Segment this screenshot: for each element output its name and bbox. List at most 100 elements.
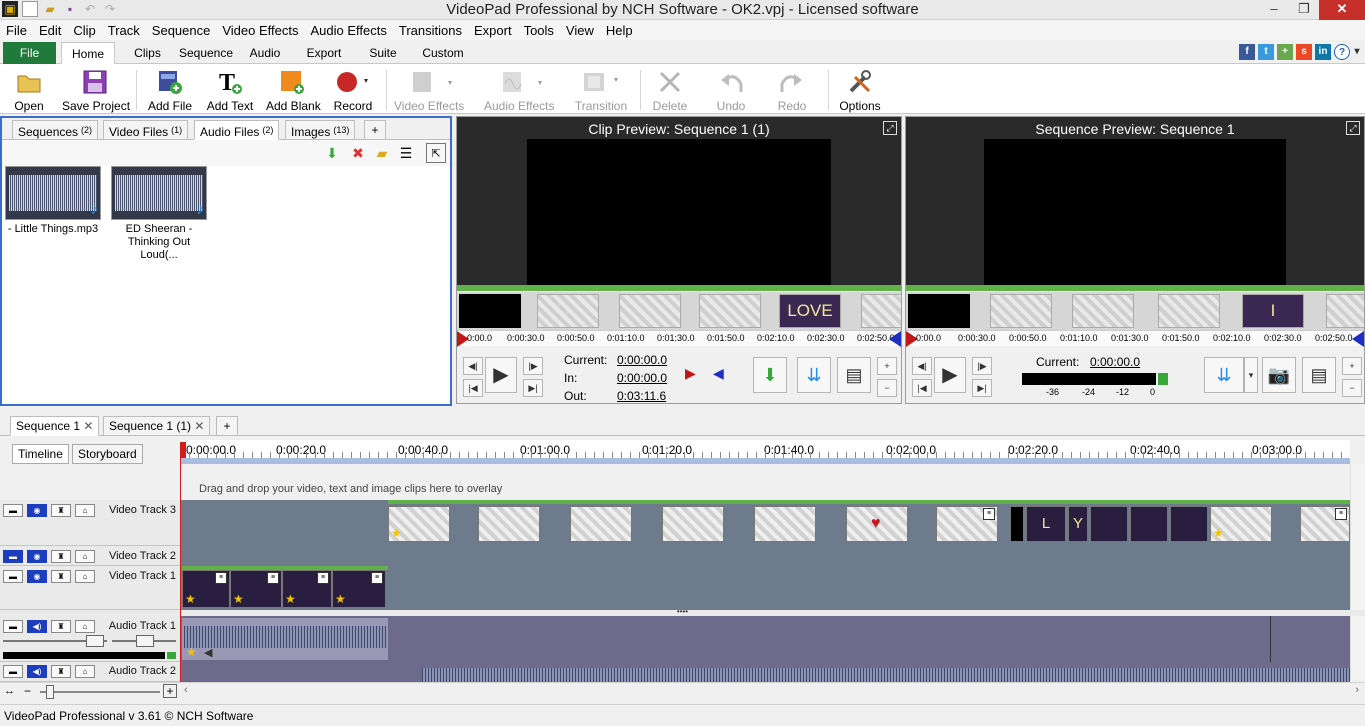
sequence-preview-screen[interactable]: Sequence Preview: Sequence 1 ⤢ (906, 117, 1364, 285)
clip-ruler[interactable]: 0:00.0 0:00:30.0 0:00:50.0 0:01:10.0 0:0… (457, 330, 901, 347)
close-tab-icon[interactable]: ✕ (194, 419, 204, 433)
go-start-icon[interactable]: |◀ (912, 379, 932, 397)
visibility-eye-icon[interactable]: ◉ (27, 570, 47, 583)
zoom-in-icon[interactable]: + (1342, 357, 1362, 375)
undock-icon[interactable]: ⇱ (426, 143, 446, 163)
sequence-current-time[interactable]: 0:00:00.0 (1090, 355, 1140, 369)
video-track-1-area[interactable]: ≡ ★ ≡ ★ ≡ ★ ≡ ★ (180, 566, 1350, 610)
menu-track[interactable]: Track (102, 23, 146, 38)
clip-menu-icon[interactable]: ≡ (267, 572, 279, 584)
go-end-icon[interactable]: ▶| (523, 379, 543, 397)
overlay-drop-zone[interactable]: Drag and drop your video, text and image… (180, 470, 1350, 500)
lock-icon[interactable]: ♜ (51, 665, 71, 678)
save-project-button[interactable]: Save Project (62, 68, 130, 113)
google-plus-icon[interactable]: + (1277, 44, 1293, 60)
video-clip[interactable] (478, 506, 540, 542)
clip-menu-icon[interactable]: ≡ (317, 572, 329, 584)
scroll-right-icon[interactable]: › (1355, 684, 1359, 696)
clip-menu-icon[interactable]: ≡ (1335, 508, 1347, 520)
audio-track-2-area[interactable] (180, 662, 1350, 682)
title-clip[interactable]: ≡ ★ (332, 570, 386, 608)
video-track-3-area[interactable]: ★ ♥ ≡ L Y ★ ≡ (180, 500, 1350, 546)
video-clip[interactable]: ★ (1210, 506, 1272, 542)
list-view-icon[interactable]: ☰ (396, 143, 416, 163)
menu-clip[interactable]: Clip (67, 23, 101, 38)
set-in-point-icon[interactable]: ▶ (685, 365, 696, 382)
menu-view[interactable]: View (560, 23, 600, 38)
bin-tab-sequences[interactable]: Sequences (2) (12, 120, 99, 140)
ribbon-tab-custom[interactable]: Custom (416, 42, 470, 64)
audio-effects-button[interactable]: Audio Effects (484, 68, 555, 113)
move-down-icon[interactable]: ⬇ (322, 143, 342, 163)
lock-icon[interactable]: ♜ (51, 550, 71, 563)
place-on-sequence-icon[interactable]: ⬇ (753, 357, 787, 393)
menu-transitions[interactable]: Transitions (393, 23, 468, 38)
video-tracks-scrollbar[interactable] (1350, 464, 1365, 610)
menu-tools[interactable]: Tools (518, 23, 560, 38)
volume-slider-thumb[interactable] (86, 635, 104, 647)
ribbon-tab-clips[interactable]: Clips (125, 42, 170, 64)
collapse-track-icon[interactable]: ▬ (3, 665, 23, 678)
menu-audio-effects[interactable]: Audio Effects (305, 23, 393, 38)
lock-icon[interactable]: ♜ (51, 504, 71, 517)
ribbon-tab-export[interactable]: Export (298, 42, 350, 64)
menu-edit[interactable]: Edit (33, 23, 67, 38)
clip-play-button[interactable]: ▶ (485, 357, 517, 393)
clip-menu-icon[interactable]: ≡ (371, 572, 383, 584)
stumbleupon-icon[interactable]: s (1296, 44, 1312, 60)
audio-clip[interactable] (422, 668, 1350, 682)
go-start-icon[interactable]: |◀ (463, 379, 483, 397)
bin-item-audio[interactable]: ♪ ED Sheeran - Thinking Out Loud(... (110, 166, 208, 262)
lock-icon[interactable]: ♜ (51, 620, 71, 633)
ribbon-tab-suite[interactable]: Suite (362, 42, 404, 64)
delete-button[interactable]: Delete (650, 68, 690, 113)
mute-speaker-icon[interactable]: ◀ (204, 646, 212, 659)
maximize-button[interactable]: ❐ (1289, 0, 1319, 20)
visibility-eye-icon[interactable]: ◉ (27, 504, 47, 517)
video-clip[interactable] (1010, 506, 1024, 542)
twitter-icon[interactable]: t (1258, 44, 1274, 60)
speaker-icon[interactable]: ◀) (27, 620, 47, 633)
zoom-slider-thumb[interactable] (46, 685, 54, 699)
transition-button[interactable]: Transition (574, 68, 628, 113)
fit-timeline-icon[interactable]: ↔ (4, 685, 15, 697)
video-clip[interactable] (570, 506, 632, 542)
track-settings-icon[interactable]: ⌂ (75, 504, 95, 517)
visibility-eye-icon[interactable]: ◉ (27, 550, 47, 563)
add-bin-tab-button[interactable]: + (364, 120, 386, 140)
sequence-filmstrip[interactable]: I (906, 292, 1364, 330)
prev-frame-icon[interactable]: ◀| (912, 357, 932, 375)
audio-clip[interactable]: ★ ◀ (182, 618, 388, 660)
title-clip[interactable]: L (1026, 506, 1066, 542)
open-button[interactable]: Open (12, 68, 46, 113)
next-frame-icon[interactable]: |▶ (972, 357, 992, 375)
split-dropdown-icon[interactable]: ▾ (1244, 357, 1258, 393)
video-clip[interactable]: ≡ (1300, 506, 1350, 542)
snapshot-camera-icon[interactable]: 📷 (1262, 357, 1296, 393)
linkedin-icon[interactable]: in (1315, 44, 1331, 60)
facebook-icon[interactable]: f (1239, 44, 1255, 60)
menu-export[interactable]: Export (468, 23, 518, 38)
title-clip[interactable] (1170, 506, 1208, 542)
help-dropdown-icon[interactable]: ▾ (1353, 44, 1361, 60)
timeline-tab[interactable]: Timeline (12, 444, 69, 464)
split-clip-icon[interactable]: ⇊ (797, 357, 831, 393)
out-marker-icon[interactable] (1352, 331, 1364, 347)
zoom-slider[interactable] (40, 691, 160, 693)
zoom-in-icon[interactable]: + (877, 357, 897, 375)
track-settings-icon[interactable]: ⌂ (75, 620, 95, 633)
lock-icon[interactable]: ♜ (51, 570, 71, 583)
sequence-properties-icon[interactable]: ▤ (1302, 357, 1336, 393)
clip-filmstrip[interactable]: LOVE (457, 292, 901, 330)
video-track-2-area[interactable] (180, 546, 1350, 566)
track-settings-icon[interactable]: ⌂ (75, 550, 95, 563)
title-clip[interactable]: ≡ ★ (282, 570, 332, 608)
bin-item-audio[interactable]: ♪ - Little Things.mp3 (4, 166, 102, 236)
title-clip[interactable]: ≡ ★ (230, 570, 282, 608)
go-end-icon[interactable]: ▶| (972, 379, 992, 397)
add-file-button[interactable]: Add File (148, 68, 192, 113)
sequence-play-button[interactable]: ▶ (934, 357, 966, 393)
ribbon-tab-home[interactable]: Home (61, 42, 115, 64)
help-icon[interactable]: ? (1334, 44, 1350, 60)
options-button[interactable]: Options (838, 68, 882, 113)
